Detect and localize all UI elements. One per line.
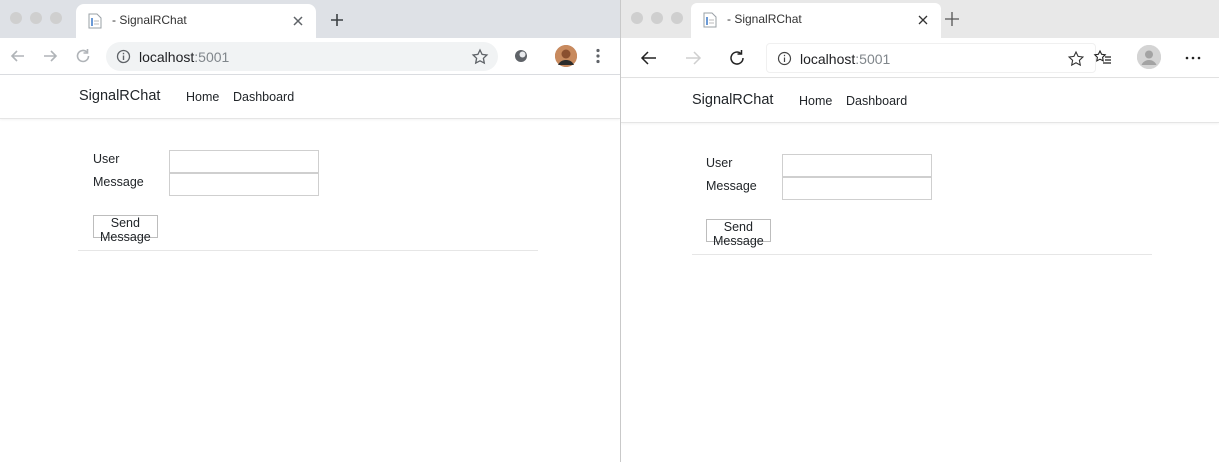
address-url: localhost:5001 [139,49,229,65]
window-zoom-control[interactable] [671,12,683,24]
nav-link-home[interactable]: Home [799,94,832,108]
favorites-icon[interactable] [1093,48,1113,68]
message-label: Message [93,175,144,189]
send-message-button[interactable]: Send Message [93,215,158,244]
reload-icon[interactable] [727,48,747,68]
url-host: localhost [800,51,856,67]
browser-toolbar: localhost:5001 [0,38,620,75]
form-divider [692,254,1152,255]
send-message-button[interactable]: Send Message [706,219,771,248]
nav-link-home[interactable]: Home [186,90,219,104]
message-input[interactable] [782,177,932,200]
form-divider [78,250,538,251]
star-icon[interactable] [1067,50,1085,68]
user-label: User [93,152,120,166]
page-favicon-icon [88,13,102,29]
page-favicon-icon [703,12,717,28]
window-zoom-control[interactable] [50,12,62,24]
site-brand-link[interactable]: SignalRChat [79,88,160,104]
window-minimize-control[interactable] [30,12,42,24]
close-icon[interactable] [915,12,931,28]
profile-avatar[interactable] [1137,45,1161,69]
address-bar[interactable]: localhost:5001 [106,42,498,71]
user-label: User [706,156,733,170]
arrow-right-icon[interactable] [40,46,60,66]
more-horizontal-icon[interactable] [1183,48,1203,68]
more-vertical-icon[interactable] [588,46,608,66]
reload-icon[interactable] [73,46,93,66]
star-icon[interactable] [471,48,489,66]
profile-avatar[interactable] [555,45,577,67]
info-icon[interactable] [116,49,131,64]
tab-title: - SignalRChat [727,12,802,26]
user-input[interactable] [782,154,932,177]
page-viewport: SignalRChat Home Dashboard User Message … [0,75,620,462]
avatar-placeholder-icon [1137,45,1161,69]
arrow-left-icon[interactable] [639,48,659,68]
tab-strip: - SignalRChat [0,0,620,38]
arrow-right-icon[interactable] [683,48,703,68]
browser-tab[interactable]: - SignalRChat [691,3,941,38]
browser-tab[interactable]: - SignalRChat [76,4,316,38]
user-input[interactable] [169,150,319,173]
message-input[interactable] [169,173,319,196]
extension-icon[interactable] [511,46,531,66]
site-brand-link[interactable]: SignalRChat [692,92,773,108]
url-port: :5001 [855,51,891,67]
nav-link-dashboard[interactable]: Dashboard [233,90,294,104]
info-icon[interactable] [777,51,792,66]
url-port: :5001 [194,49,230,65]
address-url: localhost:5001 [800,51,890,67]
tab-strip: - SignalRChat [621,0,1219,38]
site-navbar: SignalRChat Home Dashboard [621,79,1219,123]
site-navbar: SignalRChat Home Dashboard [0,75,620,119]
page-viewport: SignalRChat Home Dashboard User Message … [621,79,1219,462]
arrow-left-icon[interactable] [8,46,28,66]
window-close-control[interactable] [631,12,643,24]
address-bar[interactable]: localhost:5001 [766,43,1096,73]
window-minimize-control[interactable] [651,12,663,24]
close-icon[interactable] [290,13,306,29]
avatar-face-icon [555,45,577,67]
chrome-browser-window: - SignalRChat localhost:5001 SignalRChat… [0,0,620,462]
edge-browser-window: - SignalRChat localhost:5001 SignalRChat… [621,0,1219,462]
nav-link-dashboard[interactable]: Dashboard [846,94,907,108]
window-close-control[interactable] [10,12,22,24]
url-host: localhost [139,49,195,65]
browser-toolbar: localhost:5001 [621,38,1219,78]
plus-icon[interactable] [328,11,346,29]
tab-title: - SignalRChat [112,13,187,27]
plus-icon[interactable] [943,10,961,28]
message-label: Message [706,179,757,193]
